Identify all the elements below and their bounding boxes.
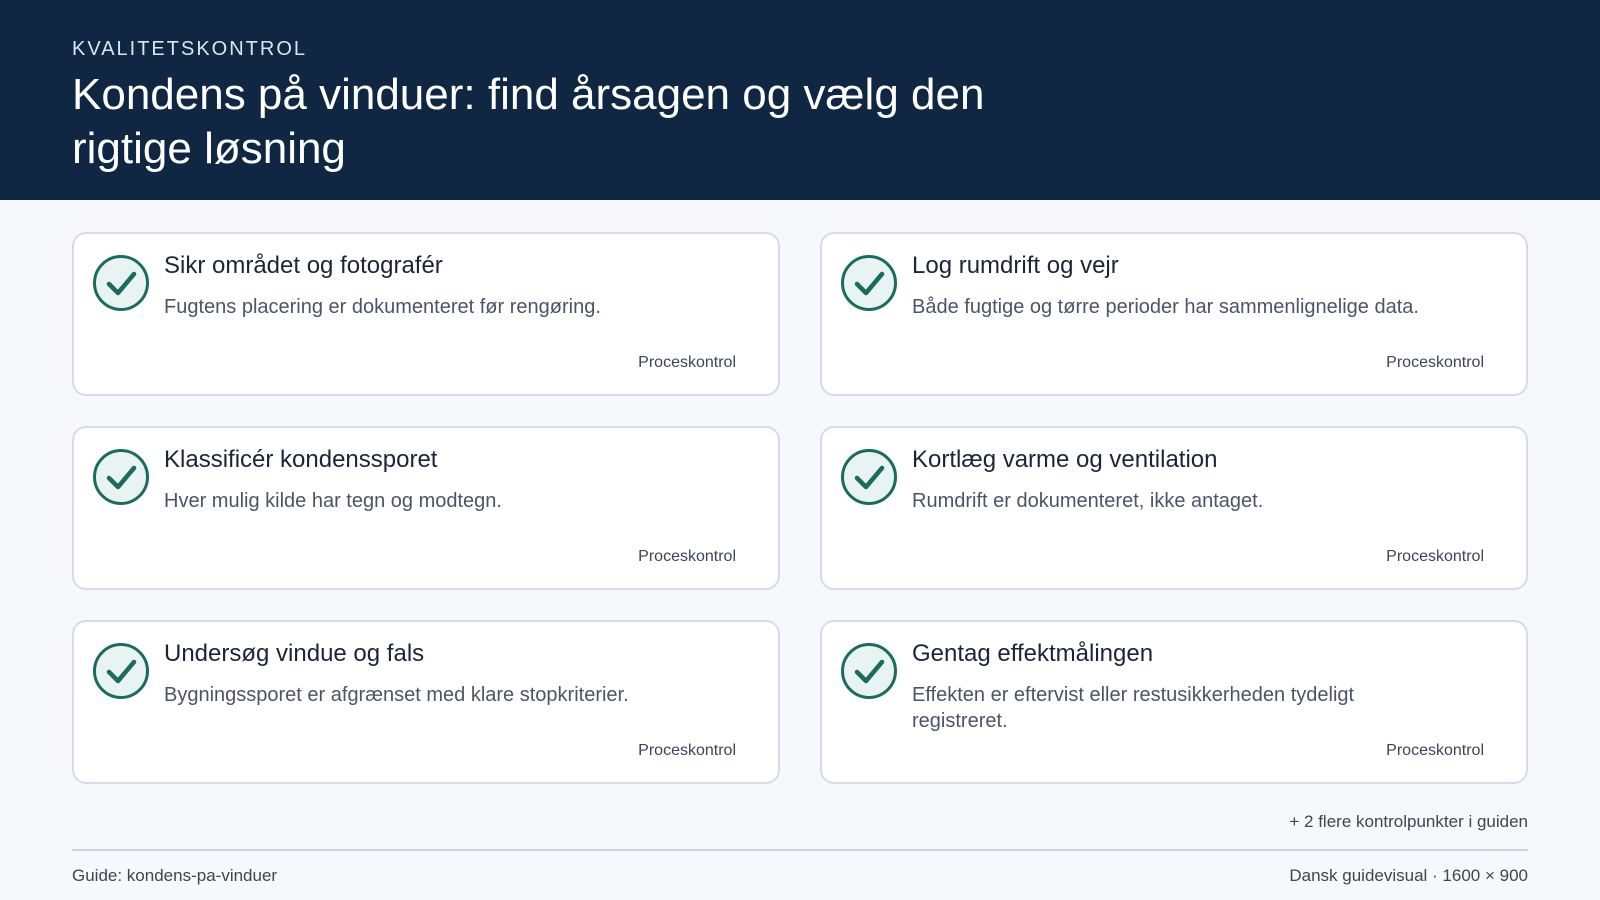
- footer-divider: [72, 849, 1528, 851]
- checklist-card: Sikr området og fotografér Fugtens place…: [72, 232, 780, 396]
- card-tag: Proceskontrol: [638, 742, 736, 759]
- card-tag: Proceskontrol: [1386, 354, 1484, 371]
- card-title: Gentag effektmålingen: [912, 640, 1154, 667]
- footer-guide-label: Guide: kondens-pa-vinduer: [72, 866, 278, 885]
- card-tag: Proceskontrol: [638, 354, 736, 371]
- check-circle-icon: [93, 255, 149, 311]
- checklist-grid: Sikr området og fotografér Fugtens place…: [72, 232, 1528, 784]
- check-circle-icon: [841, 255, 897, 311]
- checklist-card: Undersøg vindue og fals Bygningssporet e…: [72, 620, 780, 784]
- checklist-card: Log rumdrift og vejr Både fugtige og tør…: [820, 232, 1528, 396]
- card-description: Rumdrift er dokumenteret, ikke antaget.: [912, 490, 1264, 512]
- card-title: Kortlæg varme og ventilation: [912, 446, 1218, 473]
- card-description: Fugtens placering er dokumenteret før re…: [164, 296, 601, 318]
- card-tag: Proceskontrol: [1386, 548, 1484, 565]
- card-title: Klassificér kondenssporet: [164, 446, 438, 473]
- card-description: Både fugtige og tørre perioder har samme…: [912, 296, 1419, 318]
- page-title: Kondens på vinduer: find årsagen og vælg…: [72, 70, 985, 173]
- card-title: Undersøg vindue og fals: [164, 640, 425, 667]
- header: KVALITETSKONTROL Kondens på vinduer: fin…: [0, 0, 1600, 200]
- card-title: Log rumdrift og vejr: [912, 252, 1119, 279]
- card-title: Sikr området og fotografér: [164, 252, 443, 279]
- checklist-card: Gentag effektmålingen Effekten er efterv…: [820, 620, 1528, 784]
- footer-meta-label: Dansk guidevisual · 1600 × 900: [1289, 866, 1528, 885]
- card-tag: Proceskontrol: [1386, 742, 1484, 759]
- check-circle-icon: [93, 449, 149, 505]
- check-circle-icon: [841, 643, 897, 699]
- checklist-card: Kortlæg varme og ventilation Rumdrift er…: [820, 426, 1528, 590]
- card-tag: Proceskontrol: [638, 548, 736, 565]
- check-circle-icon: [93, 643, 149, 699]
- check-circle-icon: [841, 449, 897, 505]
- card-description: Effekten er eftervist eller restusikkerh…: [912, 684, 1355, 732]
- eyebrow-label: KVALITETSKONTROL: [72, 38, 308, 60]
- card-description: Bygningssporet er afgrænset med klare st…: [164, 684, 629, 706]
- card-description: Hver mulig kilde har tegn og modtegn.: [164, 490, 502, 512]
- more-checkpoints-link[interactable]: + 2 flere kontrolpunkter i guiden: [1289, 812, 1528, 832]
- checklist-card: Klassificér kondenssporet Hver mulig kil…: [72, 426, 780, 590]
